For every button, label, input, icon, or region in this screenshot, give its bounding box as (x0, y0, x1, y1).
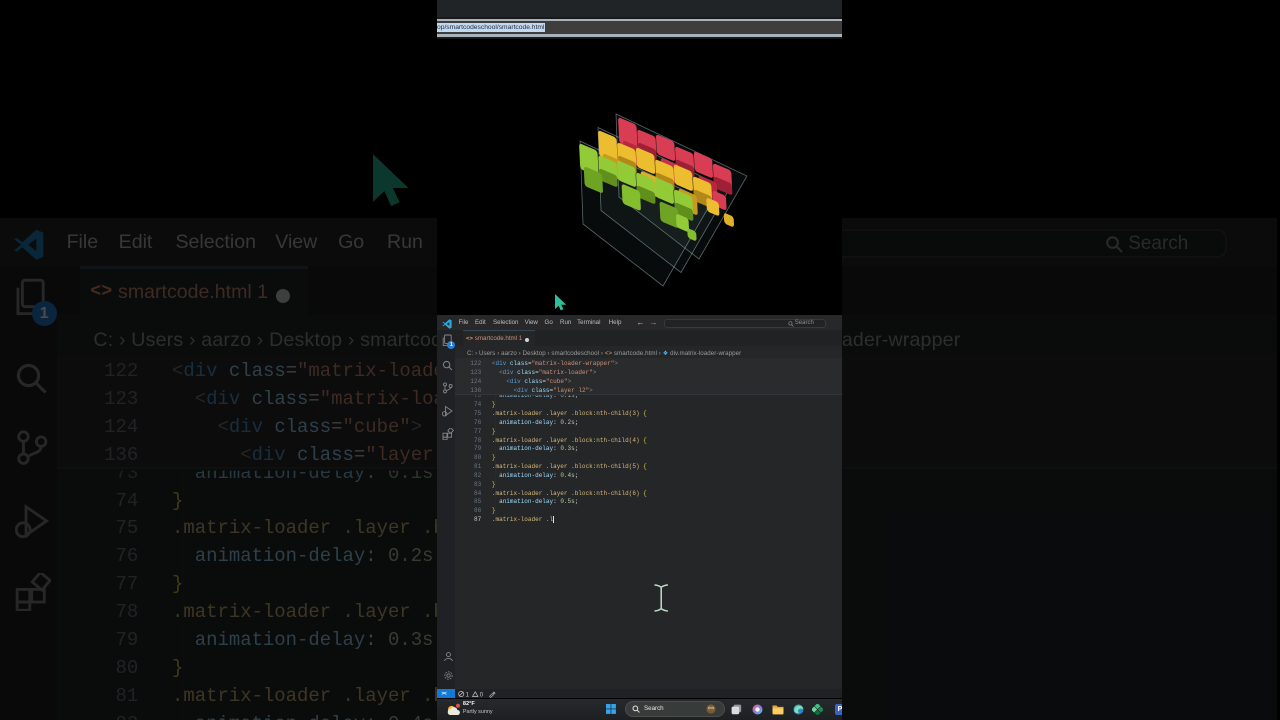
svg-text:1: 1 (465, 692, 469, 698)
svg-text:0: 0 (479, 692, 483, 698)
